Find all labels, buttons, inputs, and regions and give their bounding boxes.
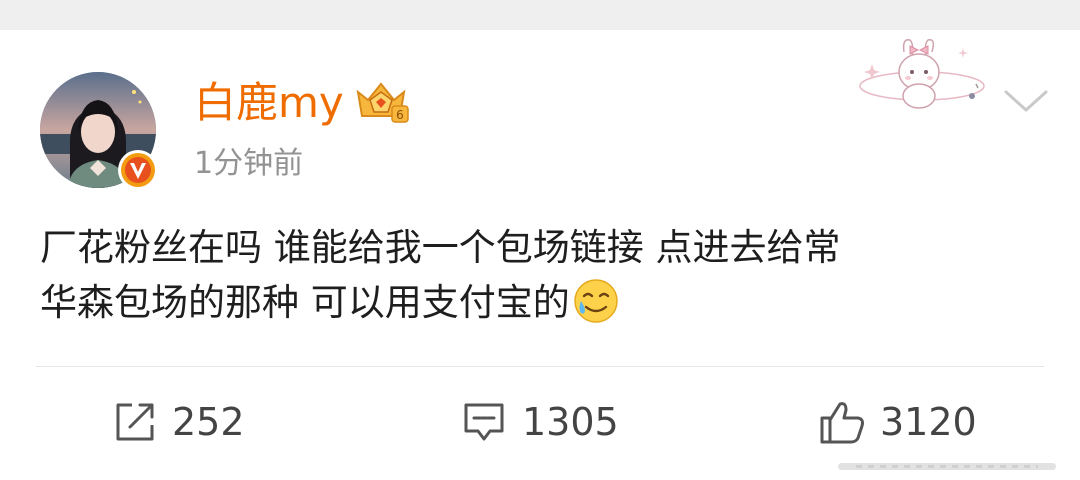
post-content: 厂花粉丝在吗 谁能给我一个包场链接 点进去给常 华森包场的那种 可以用支付宝的 [40, 220, 1040, 330]
share-icon [116, 403, 154, 441]
comment-icon [464, 403, 504, 441]
author-name[interactable]: 白鹿my [194, 76, 344, 130]
share-count: 252 [172, 400, 245, 444]
verified-v-icon [116, 148, 160, 192]
thumbs-up-icon [820, 402, 864, 444]
bunny-sticker-icon [852, 34, 992, 112]
post-timestamp: 1分钟前 [194, 146, 304, 181]
post-text-line: 华森包场的那种 可以用支付宝的 [40, 275, 1040, 330]
like-count: 3120 [880, 400, 977, 444]
svg-text:6: 6 [396, 108, 404, 122]
top-gap [0, 0, 1080, 30]
post-text-segment: 华森包场的那种 可以用支付宝的 [40, 281, 570, 324]
like-button[interactable]: 3120 [818, 392, 977, 452]
comment-count: 1305 [522, 400, 619, 444]
tearful-smile-emoji [572, 277, 620, 325]
comment-button[interactable]: 1305 [460, 392, 619, 452]
scroll-indicator-dots [856, 465, 1038, 468]
share-button[interactable]: 252 [112, 392, 245, 452]
action-divider [36, 366, 1044, 367]
vip-crown-icon[interactable]: 6 [352, 78, 410, 126]
post-text-line: 厂花粉丝在吗 谁能给我一个包场链接 点进去给常 [40, 226, 841, 269]
chevron-down-icon[interactable] [1003, 88, 1049, 114]
